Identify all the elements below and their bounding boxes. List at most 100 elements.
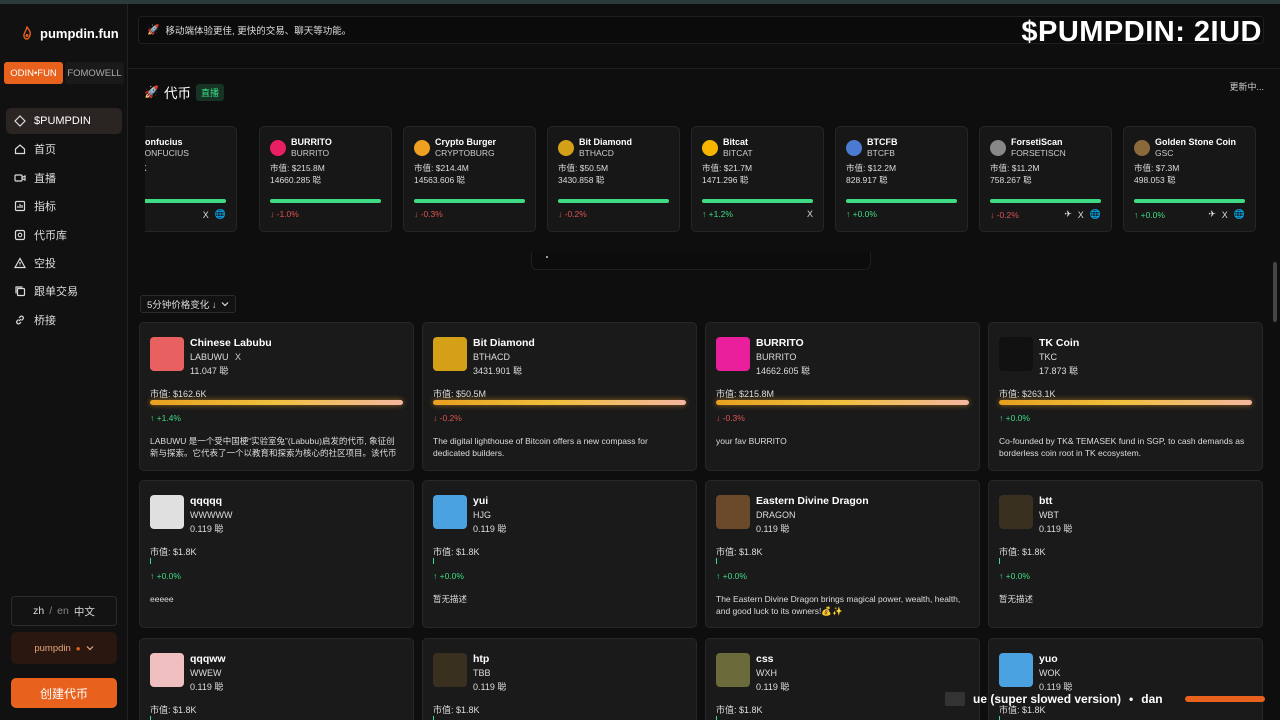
token-market-cap: $186.5K	[145, 162, 226, 174]
token-avatar	[702, 140, 718, 156]
token-card[interactable]: css WXH 0.119 聪市值: $1.8K	[705, 638, 980, 720]
token-symbol: GSC	[1155, 148, 1174, 158]
carousel-token-card[interactable]: lConfuciusICONFUCIUS$186.5K7 聪.5%X🌐	[145, 126, 237, 232]
sidebar-item-7[interactable]: 桥接	[6, 307, 122, 333]
sidebar-item-0[interactable]: $PUMPDIN	[6, 108, 122, 134]
social-icon[interactable]: 🌐	[1234, 209, 1245, 220]
sidebar-item-3[interactable]: 指标	[6, 193, 122, 219]
carousel-token-card[interactable]: Crypto Burger CRYPTOBURG 市值: $214.4M 14563.…	[403, 126, 536, 232]
carousel-token-card[interactable]: BURRITO BURRITO 市值: $215.8M 14660.285 聪 ↓ -1…	[259, 126, 392, 232]
token-holders: 0.119 聪	[473, 524, 507, 534]
track-progress-bar[interactable]	[1184, 696, 1265, 702]
social-icon[interactable]: ✈	[1064, 209, 1072, 220]
token-symbol-row: WWWWW	[190, 508, 232, 522]
social-links: X	[807, 209, 813, 219]
carousel-token-card[interactable]: Golden Stone Coin GSC 市值: $7.3M 498.053 聪 ↑ …	[1123, 126, 1256, 232]
carousel-token-card[interactable]: Bitcat BITCAT 市值: $21.7M 1471.296 聪 ↑ +1.2% X	[691, 126, 824, 232]
social-icon[interactable]: X	[1078, 210, 1084, 220]
carousel-scroll-indicator[interactable]	[531, 252, 871, 270]
token-holders: 17.873 聪	[1039, 366, 1079, 376]
token-avatar	[990, 140, 1006, 156]
language-switch[interactable]: zh / en 中文	[11, 596, 117, 626]
sidebar-item-2[interactable]: 直播	[6, 165, 122, 191]
social-icon[interactable]: X	[203, 210, 209, 220]
token-description: The digital lighthouse of Bitcoin offers…	[433, 436, 648, 458]
token-description: 暂无描述	[433, 594, 468, 604]
token-holders: 3430.858 聪	[558, 175, 605, 185]
platform-odin-button[interactable]: ODIN•FUN	[4, 62, 63, 84]
token-market-cap: 市值: $162.6K	[150, 389, 207, 399]
token-card[interactable]: qqqqq WWWWW 0.119 聪市值: $1.8K ↑ +0.0% eeeee	[139, 480, 414, 628]
social-icon[interactable]: 🌐	[1090, 209, 1101, 220]
video-icon	[14, 174, 26, 182]
token-market-cap: 市值: $1.8K	[433, 547, 480, 557]
token-card[interactable]: qqqww WWEW 0.119 聪市值: $1.8K	[139, 638, 414, 720]
token-description: Co-founded by TK& TEMASEK fund in SGP, t…	[999, 436, 1245, 458]
token-description: your fav BURRITO	[716, 436, 787, 446]
sidebar-nav: $PUMPDIN 首页直播 指标代币库 空投 跟单交易桥接	[6, 108, 122, 335]
sort-select[interactable]: 5分钟价格变化 ↓	[140, 295, 236, 313]
token-card[interactable]: TK Coin TKC 17.873 聪市值: $263.1K ↑ +0.0% Co-f…	[988, 322, 1263, 471]
page-scrollbar[interactable]	[1273, 262, 1277, 322]
create-token-button[interactable]: 创建代币	[11, 678, 117, 708]
carousel-token-card[interactable]: ForsetiScan FORSETISCN 市值: $11.2M 758.267 聪…	[979, 126, 1112, 232]
sidebar-item-1[interactable]: 首页	[6, 136, 122, 162]
token-name: yui	[473, 495, 489, 507]
token-market-cap: 市值: $1.8K	[999, 547, 1046, 557]
token-carousel[interactable]: lConfuciusICONFUCIUS$186.5K7 聪.5%X🌐BURRI…	[145, 126, 1265, 232]
token-header: ForsetiScan FORSETISCN	[990, 136, 1101, 160]
token-holders: 1471.296 聪	[702, 175, 749, 185]
sidebar-item-6[interactable]: 跟单交易	[6, 278, 122, 304]
token-avatar	[999, 653, 1033, 687]
lang-en[interactable]: en	[57, 605, 69, 617]
platform-fomowell-button[interactable]: FOMOWELL	[65, 62, 124, 84]
user-menu-button[interactable]: pumpdin ●	[11, 632, 117, 664]
token-market-cap: 市值: $21.7M	[702, 163, 753, 173]
token-card[interactable]: Chinese Labubu LABUWU X 11.047 聪市值: $162.6…	[139, 322, 414, 471]
sidebar-item-label: 首页	[34, 144, 56, 157]
social-icon[interactable]: X	[807, 209, 813, 219]
logo[interactable]: pumpdin.fun	[0, 4, 127, 48]
token-card[interactable]: yui HJG 0.119 聪市值: $1.8K ↑ +0.0% 暂无描述	[422, 480, 697, 628]
token-name: Chinese Labubu	[190, 337, 272, 349]
token-avatar	[716, 495, 750, 529]
token-name: htp	[473, 653, 490, 665]
token-symbol: WOK	[1039, 668, 1061, 678]
sidebar-item-5[interactable]: 空投	[6, 250, 122, 276]
token-header: qqqww WWEW 0.119 聪	[150, 653, 226, 694]
token-holders: 14563.606 聪	[414, 175, 466, 185]
top-strip	[0, 0, 1280, 4]
lang-zh[interactable]: zh	[33, 605, 44, 617]
token-card[interactable]: BURRITO BURRITO 14662.605 聪市值: $215.8M ↓ -0…	[705, 322, 980, 471]
token-market-cap: 市值: $263.1K	[999, 389, 1056, 399]
social-icon[interactable]: 🌐	[215, 209, 226, 220]
token-header: yui HJG 0.119 聪	[433, 495, 506, 536]
x-social-icon[interactable]: X	[235, 352, 241, 362]
price-change: ↓ -0.2%	[990, 209, 1019, 220]
track-separator: •	[1129, 692, 1134, 706]
token-symbol: FORSETISCN	[1011, 148, 1066, 158]
bonding-progress-bar	[150, 558, 151, 564]
token-market-cap: 市值: $1.8K	[433, 705, 480, 715]
token-symbol: BTCFB	[867, 148, 895, 158]
token-avatar	[558, 140, 574, 156]
token-market-cap: 市值: $1.8K	[150, 705, 197, 715]
token-name: Crypto Burger	[435, 137, 497, 147]
token-header: BTCFB BTCFB	[846, 136, 957, 160]
token-card[interactable]: Bit Diamond BTHACD 3431.901 聪市值: $50.5M ↓ -…	[422, 322, 697, 471]
token-symbol: BURRITO	[756, 352, 797, 362]
sidebar-item-4[interactable]: 代币库	[6, 222, 122, 248]
diamond-icon	[14, 115, 26, 127]
now-playing[interactable]: ue (super slowed version) • dan	[945, 688, 1273, 710]
carousel-token-card[interactable]: BTCFB BTCFB 市值: $12.2M 828.917 聪 ↑ +0.0%	[835, 126, 968, 232]
token-card[interactable]: btt WBT 0.119 聪市值: $1.8K ↑ +0.0% 暂无描述	[988, 480, 1263, 628]
token-card[interactable]: Eastern Divine Dragon DRAGON 0.119 聪市值: $1…	[705, 480, 980, 628]
token-name: lConfucius	[145, 137, 183, 147]
carousel-token-card[interactable]: Bit Diamond BTHACD 市值: $50.5M 3430.858 聪 ↓ -…	[547, 126, 680, 232]
progress-bar	[702, 199, 813, 203]
social-icon[interactable]: ✈	[1208, 209, 1216, 220]
token-header: Crypto Burger CRYPTOBURG	[414, 136, 525, 160]
social-icon[interactable]: X	[1222, 210, 1228, 220]
progress-bar	[1134, 199, 1245, 203]
token-card[interactable]: htp TBB 0.119 聪市值: $1.8K	[422, 638, 697, 720]
